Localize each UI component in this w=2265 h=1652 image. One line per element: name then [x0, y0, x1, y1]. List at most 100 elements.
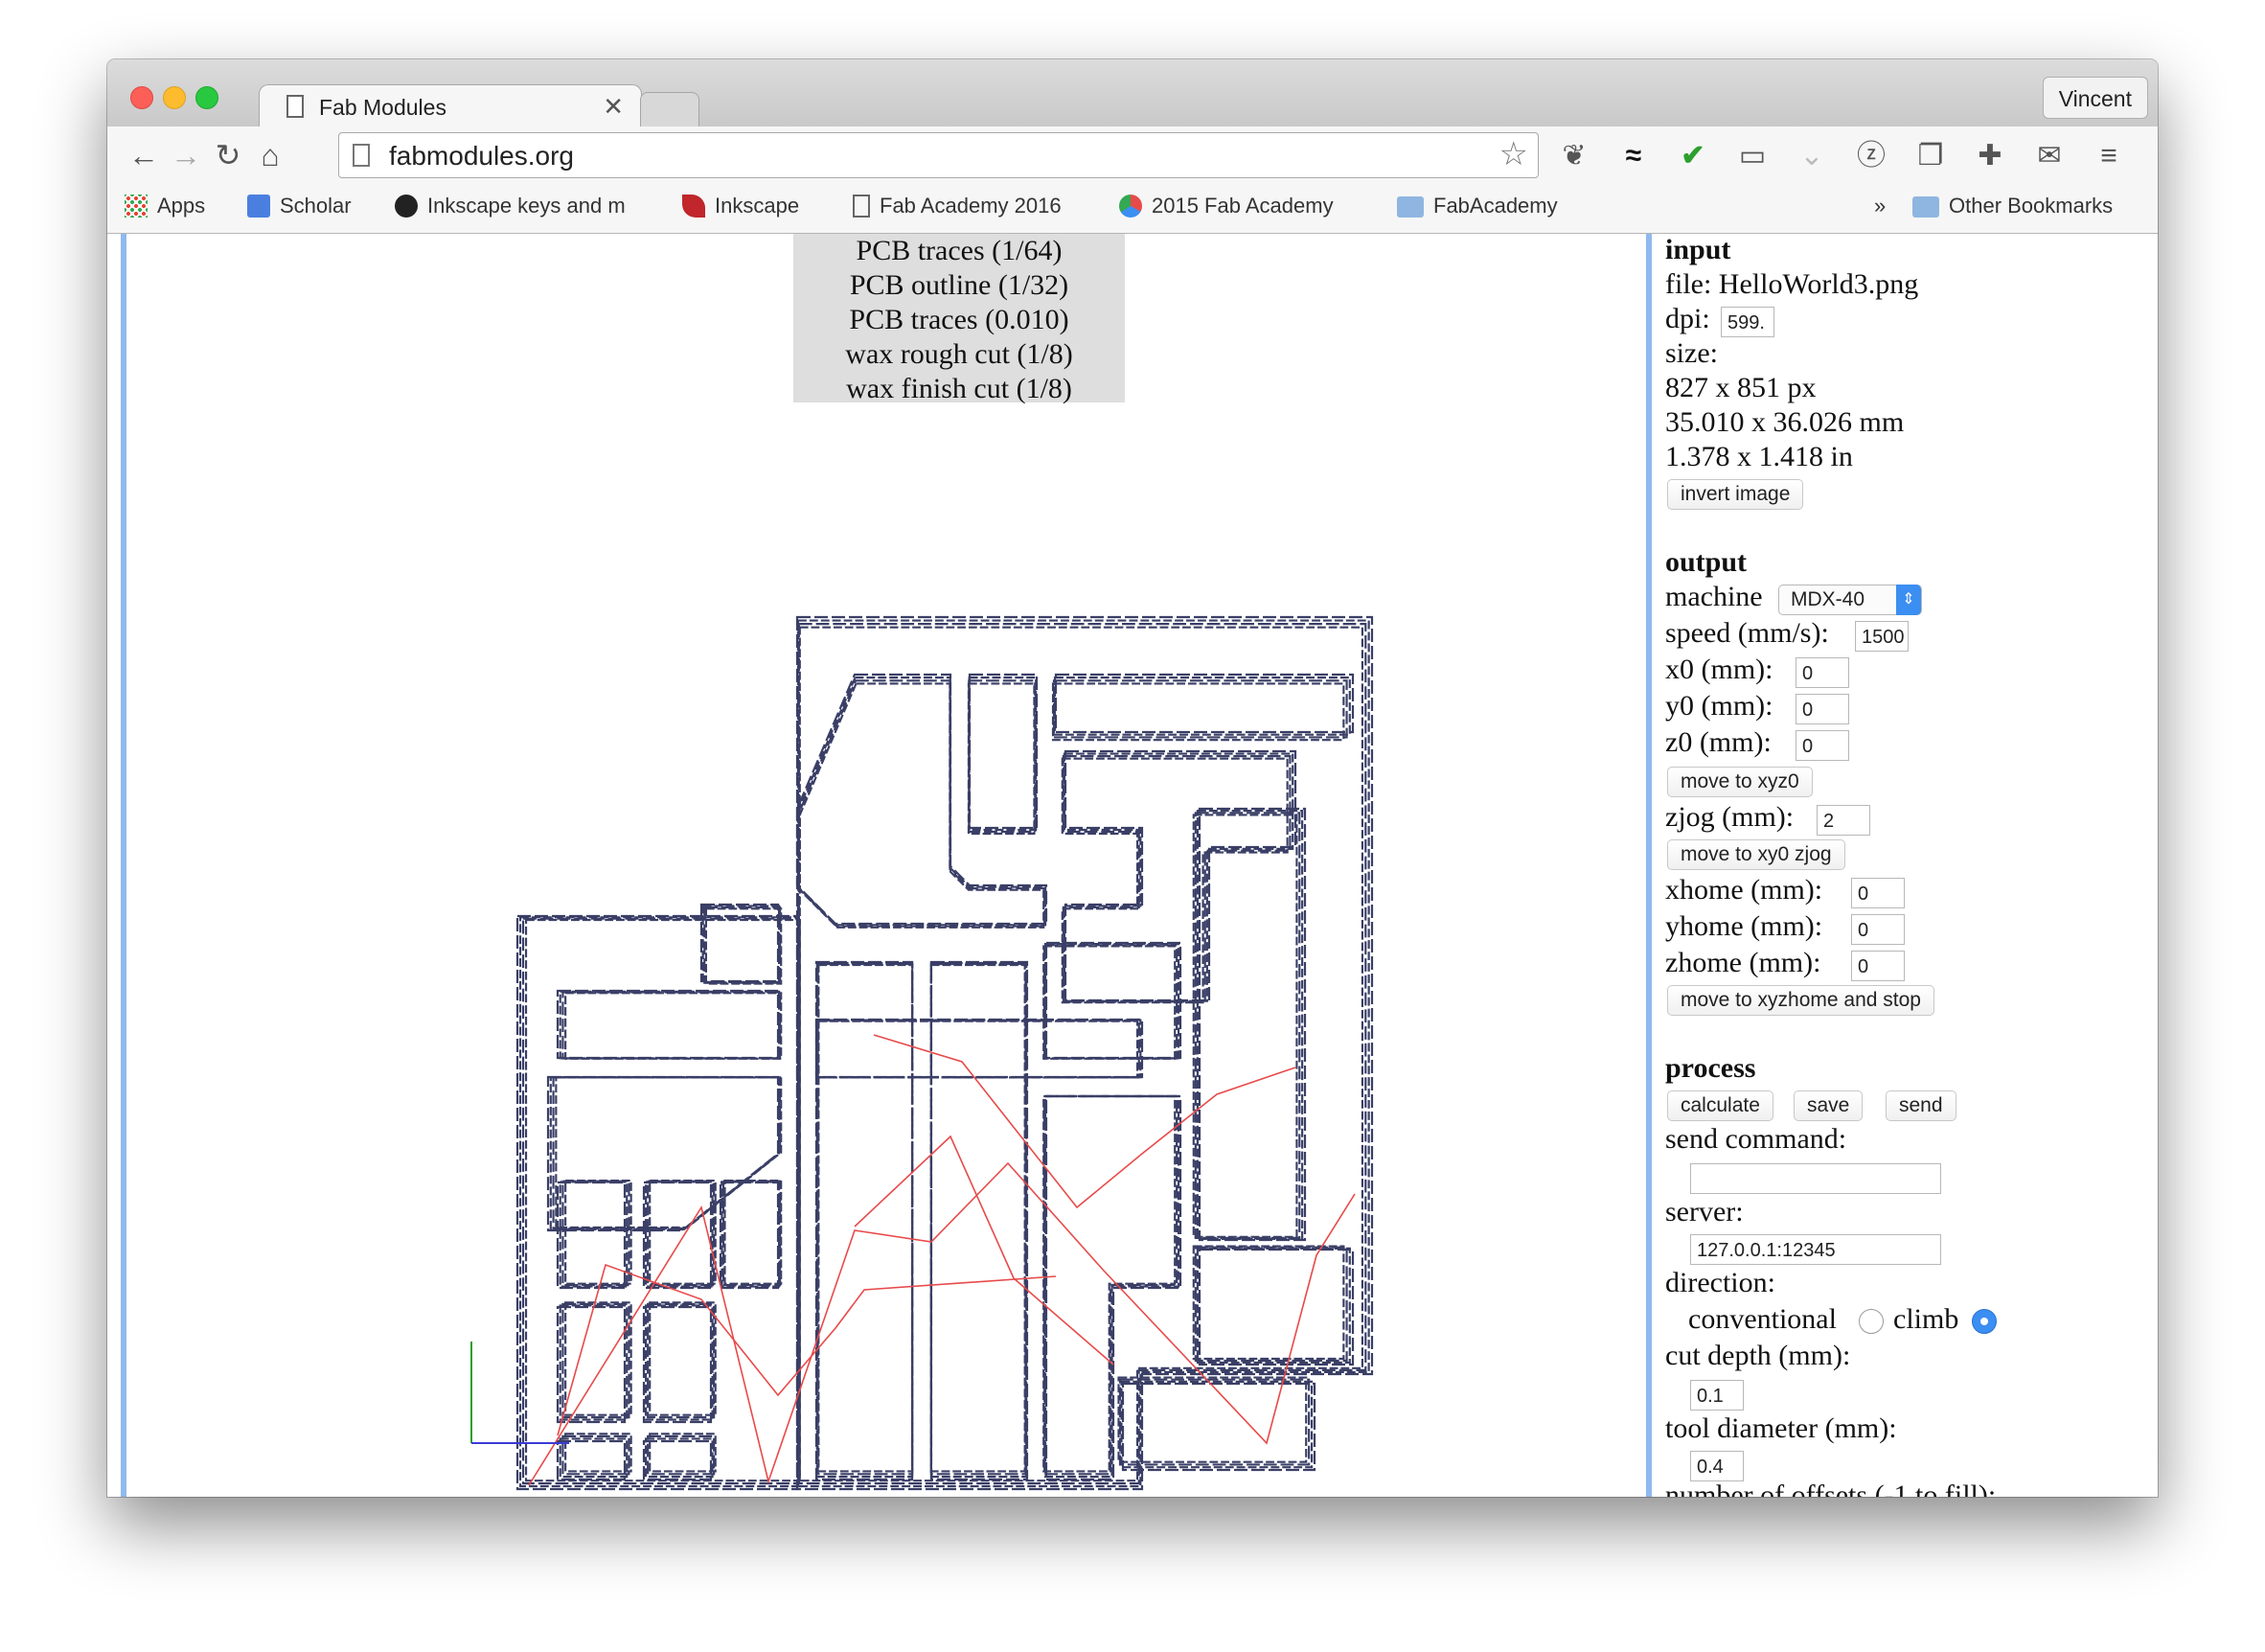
page-icon	[286, 95, 304, 118]
yhome-label: yhome (mm):	[1665, 910, 1823, 942]
tool-diameter-input[interactable]: 0.4	[1690, 1451, 1744, 1481]
server-input[interactable]: 127.0.0.1:12345	[1690, 1234, 1941, 1265]
toolpath-contour	[929, 961, 1028, 1479]
copy-extension-icon[interactable]: ❐	[1912, 138, 1949, 174]
toolpath-offsets	[515, 615, 1374, 1491]
speed-input[interactable]: 1500	[1855, 621, 1909, 652]
address-bar[interactable]: fabmodules.org ☆	[338, 132, 1539, 178]
file-name: file: HelloWorld3.png	[1665, 268, 1919, 300]
page-icon	[853, 195, 870, 218]
puzzle-extension-icon[interactable]: ✚	[1972, 138, 2008, 174]
toolpath-contour	[721, 1180, 782, 1287]
dpi-label: dpi:	[1665, 303, 1710, 334]
close-window-button[interactable]	[130, 86, 153, 109]
pocket-icon[interactable]: ⌄	[1794, 138, 1830, 174]
x0-input[interactable]: 0	[1796, 657, 1849, 688]
toolpath-contour	[1053, 677, 1351, 736]
send-command-label: send command:	[1665, 1123, 1847, 1155]
toolpath-preview[interactable]	[107, 234, 1640, 1497]
speed-label: speed (mm/s):	[1665, 617, 1829, 649]
send-command-input[interactable]	[1690, 1163, 1941, 1194]
active-tab[interactable]: Fab Modules ✕	[259, 84, 642, 128]
toolpath-contour	[556, 989, 780, 1060]
bookmark-fabacademy-folder[interactable]: FabAcademy	[1397, 194, 1558, 222]
toolpath-contour	[642, 1305, 713, 1424]
tool-diameter-label: tool diameter (mm):	[1665, 1412, 1897, 1444]
toolpath-contour	[1194, 812, 1301, 1239]
menu-item-pcb-traces-164[interactable]: PCB traces (1/64)	[793, 234, 1125, 268]
size-in: 1.378 x 1.418 in	[1665, 441, 1853, 472]
tab-close-icon[interactable]: ✕	[603, 92, 624, 122]
save-button[interactable]: save	[1794, 1090, 1864, 1121]
bookmark-inkscape[interactable]: Inkscape	[682, 194, 799, 222]
move-to-xyz0-button[interactable]: move to xyz0	[1667, 767, 1813, 797]
toolpath-contour	[561, 1302, 630, 1419]
move-to-xy0-zjog-button[interactable]: move to xy0 zjog	[1667, 839, 1845, 870]
toolpath-contour	[1196, 1247, 1351, 1365]
toolpath-contour	[564, 992, 783, 1060]
yhome-input[interactable]: 0	[1851, 914, 1905, 945]
bookmark-inkscape-keys[interactable]: Inkscape keys and m	[395, 194, 626, 222]
toolpath-contour	[814, 960, 914, 1481]
settings-panel: input file: HelloWorld3.png dpi: 599. si…	[1665, 234, 2144, 1497]
approx-extension-icon[interactable]: ≈	[1615, 138, 1652, 174]
process-heading: process	[1665, 1052, 1756, 1084]
zoom-window-button[interactable]	[195, 86, 218, 109]
toolpath-contour	[556, 1181, 627, 1290]
back-arrow-icon[interactable]: ←	[125, 136, 163, 174]
climb-radio[interactable]	[1972, 1309, 1997, 1334]
bookmark-fab-academy-2016[interactable]: Fab Academy 2016	[853, 194, 1062, 222]
zhome-input[interactable]: 0	[1851, 951, 1905, 981]
new-tab-button[interactable]	[640, 92, 699, 126]
menu-item-pcb-outline-132[interactable]: PCB outline (1/32)	[793, 268, 1125, 303]
bookmark-2015-fab-academy[interactable]: 2015 Fab Academy	[1119, 194, 1334, 222]
toolpath-contour	[814, 1018, 1144, 1079]
minimize-window-button[interactable]	[163, 86, 186, 109]
toolpath-contour	[1117, 1376, 1308, 1463]
other-bookmarks[interactable]: Other Bookmarks	[1912, 194, 2113, 222]
bookmark-star-icon[interactable]: ☆	[1499, 135, 1528, 173]
home-icon[interactable]: ⌂	[251, 136, 289, 174]
y0-label: y0 (mm):	[1665, 690, 1773, 722]
toolpath-contour	[642, 1181, 713, 1290]
y0-input[interactable]: 0	[1796, 694, 1849, 724]
cut-depth-input[interactable]: 0.1	[1690, 1380, 1744, 1411]
menu-item-wax-rough-cut[interactable]: wax rough cut (1/8)	[793, 337, 1125, 372]
evernote-icon[interactable]: ❦	[1556, 138, 1592, 174]
toolpath-contour	[929, 963, 1026, 1473]
send-button[interactable]: send	[1886, 1090, 1956, 1121]
toolpath-contour	[559, 1181, 629, 1288]
z0-input[interactable]: 0	[1796, 730, 1849, 761]
toolpath-contour	[795, 673, 1048, 926]
x0-label: x0 (mm):	[1665, 654, 1773, 685]
calculate-button[interactable]: calculate	[1667, 1090, 1773, 1121]
machine-select[interactable]: MDX-40 ⇕	[1778, 585, 1922, 615]
bookmarks-overflow-icon[interactable]: »	[1874, 194, 1886, 222]
toolpath-contour	[815, 1019, 1142, 1079]
toolpath-contour	[649, 1179, 717, 1285]
invert-image-button[interactable]: invert image	[1667, 479, 1804, 510]
conventional-radio[interactable]	[1859, 1309, 1884, 1334]
menu-item-wax-finish-cut[interactable]: wax finish cut (1/8)	[793, 372, 1125, 406]
bookmark-apps[interactable]: Apps	[125, 194, 205, 222]
forward-arrow-icon[interactable]: →	[167, 136, 205, 174]
zotero-icon[interactable]: ⓩ	[1853, 138, 1889, 174]
zjog-input[interactable]: 2	[1817, 805, 1870, 836]
browser-window: Fab Modules ✕ Vincent ← → ↻ ⌂ fabmodules…	[107, 59, 2158, 1497]
dpi-input[interactable]: 599.	[1721, 307, 1774, 337]
rapid-move-line	[873, 1034, 1296, 1209]
mail-extension-icon[interactable]: ✉	[2031, 138, 2068, 174]
toolpath-contour	[967, 682, 1036, 836]
checkmark-extension-icon[interactable]: ✔	[1675, 138, 1711, 174]
cast-icon[interactable]: ▭	[1734, 138, 1771, 174]
reload-icon[interactable]: ↻	[209, 136, 247, 174]
move-to-xyzhome-button[interactable]: move to xyzhome and stop	[1667, 985, 1934, 1016]
xhome-input[interactable]: 0	[1851, 878, 1905, 908]
profile-button[interactable]: Vincent	[2042, 77, 2148, 119]
cut-depth-label: cut depth (mm):	[1665, 1340, 1851, 1371]
menu-icon[interactable]: ≡	[2091, 138, 2127, 174]
machine-label: machine	[1665, 581, 1763, 612]
menu-item-pcb-traces-0010[interactable]: PCB traces (0.010)	[793, 303, 1125, 337]
bookmark-scholar[interactable]: Scholar	[247, 194, 352, 222]
toolpath-contour	[546, 1075, 780, 1232]
